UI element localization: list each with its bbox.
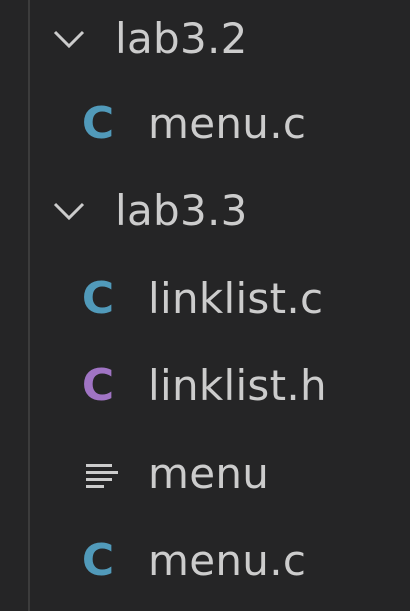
c-file-icon: C	[81, 272, 115, 324]
c-file-icon: C	[81, 534, 115, 586]
file-label: linklist.h	[148, 361, 327, 410]
file-row-linklist-h[interactable]: C linklist.h	[0, 342, 410, 429]
file-row-linklist-c[interactable]: C linklist.c	[0, 255, 410, 342]
c-file-icon: C	[81, 97, 115, 149]
c-header-icon: C	[81, 359, 115, 411]
file-row-menu-c[interactable]: C menu.c	[0, 80, 410, 167]
file-label: menu.c	[148, 99, 307, 148]
folder-row-lab3-3[interactable]: lab3.3	[0, 167, 410, 254]
text-lines-icon	[78, 447, 118, 501]
chevron-down-icon[interactable]	[51, 193, 87, 229]
folder-row-lab3-2[interactable]: lab3.2	[0, 0, 410, 82]
file-explorer-tree: lab3.2 C menu.c lab3.3 C linklist.c C li…	[0, 0, 410, 611]
chevron-down-icon[interactable]	[51, 21, 87, 57]
file-row-menu[interactable]: menu	[0, 430, 410, 517]
file-label: menu	[148, 449, 270, 498]
folder-label: lab3.3	[115, 186, 248, 235]
file-label: menu.c	[148, 536, 307, 585]
folder-label: lab3.2	[115, 14, 248, 63]
file-label: linklist.c	[148, 274, 324, 323]
file-row-menu-c[interactable]: C menu.c	[0, 517, 410, 604]
